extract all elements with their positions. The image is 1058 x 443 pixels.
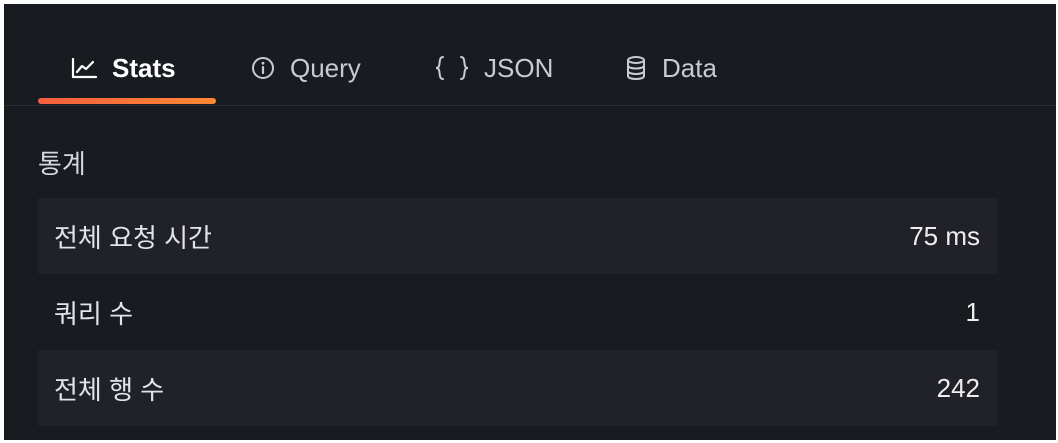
section-title: 통계 xyxy=(38,149,86,179)
tab-data[interactable]: Data xyxy=(624,48,717,88)
tab-stats-label: Stats xyxy=(112,52,176,83)
tab-json[interactable]: JSON xyxy=(434,48,553,88)
tab-data-label: Data xyxy=(662,52,717,83)
tab-json-label: JSON xyxy=(484,52,554,83)
stat-row-total-rows: 전체 행 수 242 xyxy=(38,350,998,426)
chart-line-icon xyxy=(70,56,98,80)
stat-value: 75 ms xyxy=(909,220,980,251)
stat-value: 1 xyxy=(965,296,980,327)
inspector-panel: Stats Query JSON Data 통계 전체 요청 시간 75 ms … xyxy=(4,4,1056,440)
stat-row-query-count: 쿼리 수 1 xyxy=(38,274,998,350)
tab-query[interactable]: Query xyxy=(250,48,361,88)
stat-row-total-request-time: 전체 요청 시간 75 ms xyxy=(38,198,998,274)
database-icon xyxy=(624,54,648,82)
stat-label: 전체 행 수 xyxy=(54,374,165,405)
tab-bar: Stats Query JSON Data xyxy=(4,4,1056,106)
active-tab-indicator xyxy=(38,98,216,104)
stat-label: 쿼리 수 xyxy=(54,298,133,329)
stat-label: 전체 요청 시간 xyxy=(54,222,212,253)
braces-icon xyxy=(434,54,470,82)
tab-stats[interactable]: Stats xyxy=(70,48,176,88)
stat-value: 242 xyxy=(936,372,980,403)
tab-query-label: Query xyxy=(290,52,361,83)
info-circle-icon xyxy=(250,55,276,81)
